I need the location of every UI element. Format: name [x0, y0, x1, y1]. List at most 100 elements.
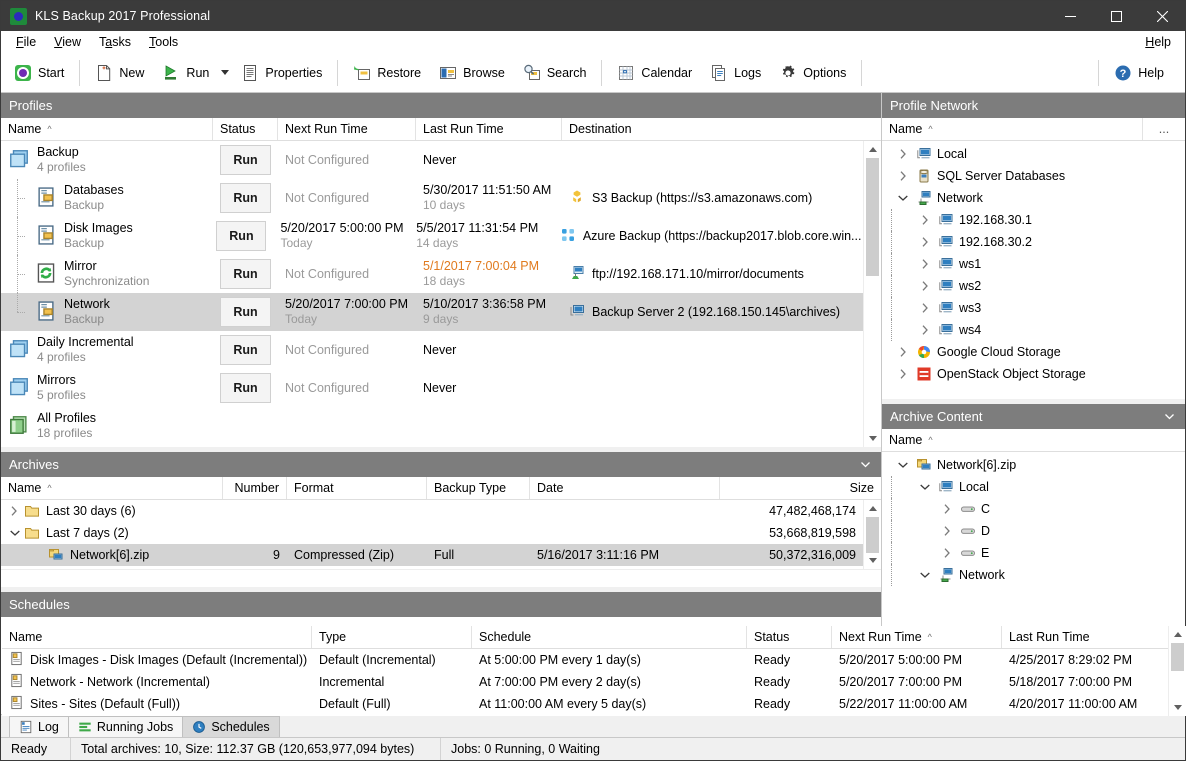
- archive-content-node[interactable]: Network: [882, 564, 1185, 586]
- archive-content-node[interactable]: D: [882, 520, 1185, 542]
- scroll-up-arrow-icon[interactable]: [864, 500, 881, 517]
- chevron-down-icon[interactable]: [857, 457, 873, 473]
- chevron-right-icon[interactable]: [939, 501, 955, 517]
- schedule-row[interactable]: Sites - Sites (Default (Full)) Default (…: [2, 693, 1168, 715]
- run-profile-button[interactable]: Run: [220, 145, 271, 175]
- minimize-icon[interactable]: [1047, 1, 1093, 31]
- menu-tools[interactable]: Tools: [140, 33, 187, 51]
- column-header-size[interactable]: Size: [720, 477, 881, 499]
- run-profile-button[interactable]: Run: [220, 335, 271, 365]
- chevron-down-icon[interactable]: [917, 567, 933, 583]
- calendar-button[interactable]: Calendar: [608, 58, 701, 87]
- run-dropdown-chevron-down-icon[interactable]: [218, 70, 232, 75]
- chevron-right-icon[interactable]: [917, 256, 933, 272]
- scroll-thumb[interactable]: [1171, 643, 1184, 671]
- chevron-right-icon[interactable]: [939, 523, 955, 539]
- column-header-more[interactable]: ...: [1143, 118, 1185, 140]
- schedule-row[interactable]: Network - Network (Incremental) Incremen…: [2, 671, 1168, 693]
- archive-content-node[interactable]: E: [882, 542, 1185, 564]
- column-header-next-run-time[interactable]: Next Run Time: [278, 118, 416, 140]
- start-button[interactable]: Start: [5, 58, 73, 87]
- column-header-name[interactable]: Name ^: [1, 118, 213, 140]
- run-profile-button[interactable]: Run: [220, 183, 271, 213]
- schedule-row[interactable]: Disk Images - Disk Images (Default (Incr…: [2, 649, 1168, 671]
- column-header-date[interactable]: Date: [530, 477, 720, 499]
- chevron-right-icon[interactable]: [895, 366, 911, 382]
- browse-button[interactable]: Browse: [430, 58, 514, 87]
- chevron-right-icon[interactable]: [8, 505, 21, 518]
- profile-network-node[interactable]: Network: [882, 187, 1185, 209]
- chevron-right-icon[interactable]: [895, 344, 911, 360]
- profile-network-node[interactable]: ws1: [882, 253, 1185, 275]
- scroll-up-arrow-icon[interactable]: [864, 141, 881, 158]
- profile-row[interactable]: Daily Incremental 4 profiles Run Not Con…: [1, 331, 863, 369]
- scroll-track[interactable]: [1169, 643, 1186, 699]
- column-header-name[interactable]: Name ^: [1, 477, 223, 499]
- archives-vertical-scrollbar[interactable]: [863, 500, 881, 569]
- chevron-down-icon[interactable]: [895, 190, 911, 206]
- profile-network-node[interactable]: 192.168.30.1: [882, 209, 1185, 231]
- archive-row[interactable]: Network[7].zip 10 Compressed (Zip) Incre…: [1, 566, 863, 569]
- profile-network-node[interactable]: Local: [882, 143, 1185, 165]
- profile-row[interactable]: All Profiles 18 profiles: [1, 407, 863, 445]
- profile-network-node[interactable]: ws4: [882, 319, 1185, 341]
- column-header-status[interactable]: Status: [213, 118, 278, 140]
- archive-content-node[interactable]: Network[6].zip: [882, 454, 1185, 476]
- new-button[interactable]: New: [86, 58, 153, 87]
- column-header-format[interactable]: Format: [287, 477, 427, 499]
- menu-view[interactable]: View: [45, 33, 90, 51]
- scroll-down-arrow-icon[interactable]: [1169, 699, 1186, 716]
- scroll-track[interactable]: [864, 158, 881, 430]
- profile-row[interactable]: Network Backup Run 5/20/2017 7:00:00 PM …: [1, 293, 863, 331]
- run-profile-button[interactable]: Run: [220, 373, 271, 403]
- column-header-type[interactable]: Type: [312, 626, 472, 648]
- profile-row[interactable]: Backup 4 profiles Run Not Configured Nev…: [1, 141, 863, 179]
- profile-network-tree[interactable]: Local SQL Server Databases Network 192.1…: [882, 141, 1185, 399]
- schedules-vertical-scrollbar[interactable]: [1168, 626, 1186, 716]
- column-header-name[interactable]: Name: [2, 626, 312, 648]
- archive-row[interactable]: Last 30 days (6) 47,482,468,174: [1, 500, 863, 522]
- profile-row[interactable]: Mirror Synchronization Run Not Configure…: [1, 255, 863, 293]
- profile-network-node[interactable]: Google Cloud Storage: [882, 341, 1185, 363]
- profile-network-node[interactable]: ws2: [882, 275, 1185, 297]
- profiles-vertical-scrollbar[interactable]: [863, 141, 881, 447]
- column-header-status[interactable]: Status: [747, 626, 832, 648]
- schedules-list[interactable]: Disk Images - Disk Images (Default (Incr…: [2, 649, 1168, 716]
- properties-button[interactable]: Properties: [232, 58, 331, 87]
- menu-help[interactable]: Help: [1136, 33, 1185, 51]
- chevron-right-icon[interactable]: [917, 234, 933, 250]
- profile-network-node[interactable]: ws3: [882, 297, 1185, 319]
- bottom-tab-log[interactable]: Log: [9, 716, 69, 737]
- chevron-right-icon[interactable]: [917, 212, 933, 228]
- close-icon[interactable]: [1139, 1, 1185, 31]
- scroll-down-arrow-icon[interactable]: [864, 552, 881, 569]
- menu-tasks[interactable]: Tasks: [90, 33, 140, 51]
- column-header-name[interactable]: Name ^: [882, 429, 1185, 451]
- column-header-backup-type[interactable]: Backup Type: [427, 477, 530, 499]
- column-header-last-run-time[interactable]: Last Run Time: [1002, 626, 1168, 648]
- chevron-right-icon[interactable]: [895, 146, 911, 162]
- maximize-icon[interactable]: [1093, 1, 1139, 31]
- run-profile-button[interactable]: Run: [220, 297, 271, 327]
- archive-row[interactable]: Network[6].zip 9 Compressed (Zip) Full 5…: [1, 544, 863, 566]
- scroll-up-arrow-icon[interactable]: [1169, 626, 1186, 643]
- chevron-right-icon[interactable]: [939, 545, 955, 561]
- bottom-tab-running-jobs[interactable]: Running Jobs: [67, 716, 184, 737]
- column-header-next-run-time[interactable]: Next Run Time ^: [832, 626, 1002, 648]
- run-profile-button[interactable]: Run: [220, 259, 271, 289]
- chevron-down-icon[interactable]: [1161, 409, 1177, 425]
- chevron-down-icon[interactable]: [895, 457, 911, 473]
- column-header-destination[interactable]: Destination: [562, 118, 881, 140]
- chevron-down-icon[interactable]: [8, 527, 21, 540]
- scroll-thumb[interactable]: [866, 517, 879, 553]
- run-button[interactable]: Run: [153, 58, 218, 87]
- profile-network-node[interactable]: OpenStack Object Storage: [882, 363, 1185, 385]
- archive-content-node[interactable]: Local: [882, 476, 1185, 498]
- profile-network-node[interactable]: 192.168.30.2: [882, 231, 1185, 253]
- archive-row[interactable]: Last 7 days (2) 53,668,819,598: [1, 522, 863, 544]
- logs-button[interactable]: Logs: [701, 58, 770, 87]
- chevron-down-icon[interactable]: [917, 479, 933, 495]
- run-profile-button[interactable]: Run: [216, 221, 267, 251]
- bottom-tab-schedules[interactable]: Schedules: [182, 716, 280, 737]
- chevron-right-icon[interactable]: [917, 322, 933, 338]
